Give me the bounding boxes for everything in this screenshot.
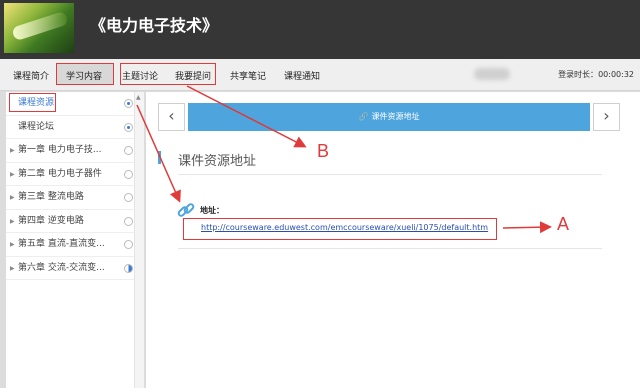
annotation-marker-a: A xyxy=(557,214,570,234)
annotation-arrows xyxy=(136,85,552,234)
annotation-marker-b: B xyxy=(317,141,330,161)
